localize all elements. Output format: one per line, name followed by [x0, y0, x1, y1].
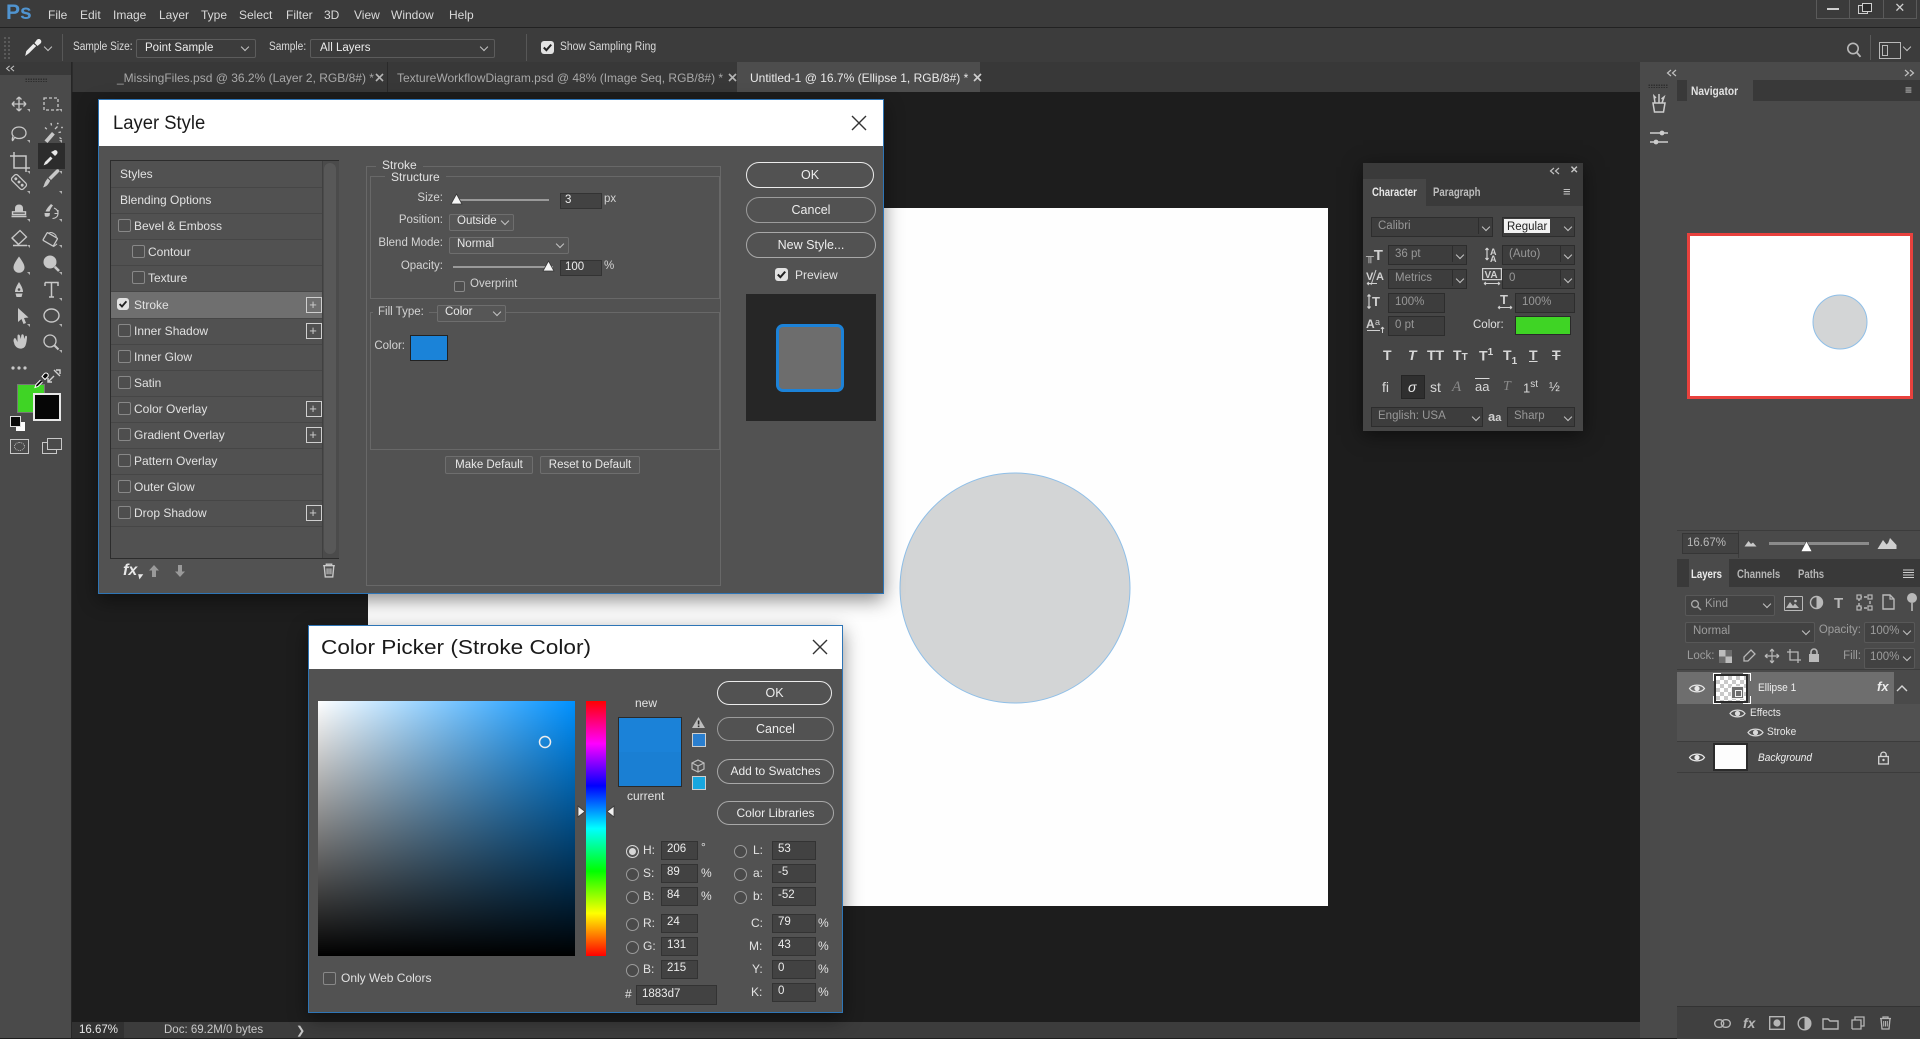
svg-text:A: A [1366, 317, 1375, 331]
svg-text:T: T [1500, 292, 1508, 307]
svg-text:T: T [1372, 294, 1380, 309]
svg-text:a: a [1375, 317, 1380, 327]
svg-text:A: A [1376, 271, 1384, 283]
svg-text:V: V [1366, 271, 1374, 283]
svg-text:VA: VA [1485, 270, 1498, 281]
svg-text:A: A [1490, 254, 1497, 264]
